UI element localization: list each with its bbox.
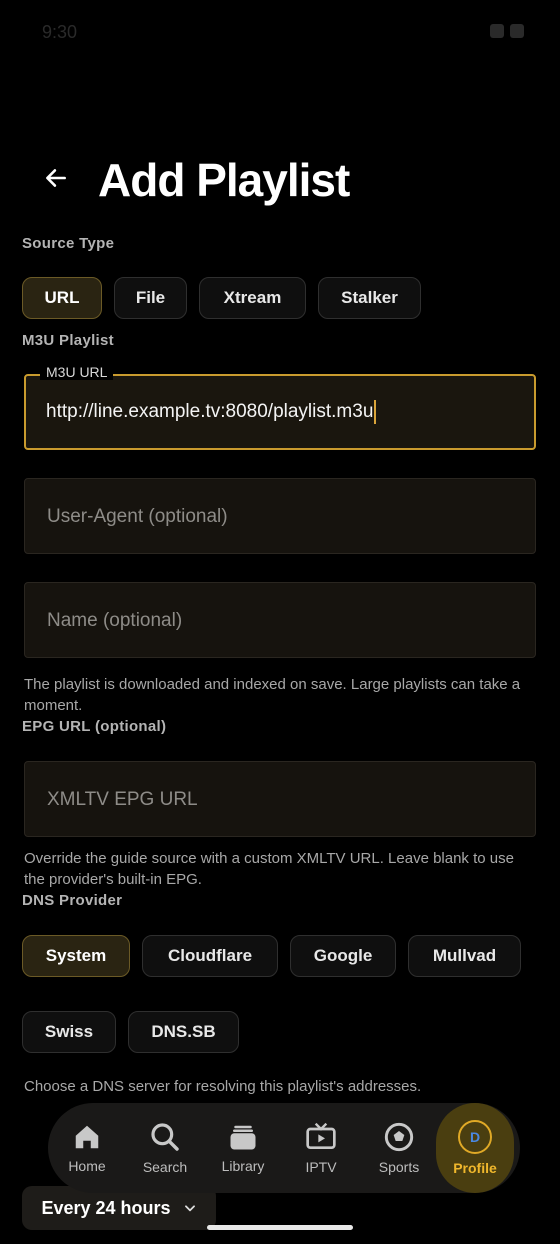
nav-sports-label: Sports bbox=[378, 1159, 420, 1175]
epg-help-text: Override the guide source with a custom … bbox=[24, 850, 514, 888]
search-icon bbox=[151, 1123, 179, 1151]
m3u-help-text: The playlist is downloaded and indexed o… bbox=[24, 676, 521, 714]
name-placeholder: Name (optional) bbox=[47, 610, 183, 631]
chip-file[interactable]: File bbox=[114, 277, 187, 319]
refresh-frequency-value: Every 24 hours bbox=[41, 1197, 171, 1218]
back-button[interactable] bbox=[38, 160, 74, 196]
nav-profile-label: Profile bbox=[453, 1160, 497, 1176]
chip-mullvad[interactable]: Mullvad bbox=[408, 935, 521, 977]
nav-sports[interactable]: Sports bbox=[360, 1103, 438, 1193]
text-caret bbox=[374, 399, 377, 424]
nav-iptv-label: IPTV bbox=[305, 1159, 337, 1175]
chevron-down-icon bbox=[184, 1205, 195, 1212]
nav-library-label: Library bbox=[221, 1158, 265, 1174]
nav-search-label: Search bbox=[142, 1159, 188, 1175]
epg-label: EPG URL (optional) bbox=[22, 718, 167, 735]
sports-icon bbox=[384, 1122, 414, 1152]
nav-home[interactable]: Home bbox=[48, 1103, 126, 1193]
m3u-url-value: http://line.example.tv:8080/playlist.m3u bbox=[46, 376, 377, 448]
nav-iptv[interactable]: IPTV bbox=[282, 1103, 360, 1193]
bottom-nav: Home Search Library IPTV Sports D Profil… bbox=[48, 1103, 520, 1193]
home-icon bbox=[75, 1125, 99, 1149]
wifi-icon bbox=[490, 24, 504, 38]
status-icons bbox=[490, 24, 524, 38]
chip-url[interactable]: URL bbox=[22, 277, 102, 319]
avatar: D bbox=[458, 1120, 492, 1154]
chip-stalker[interactable]: Stalker bbox=[318, 277, 421, 319]
chip-dns-sb[interactable]: DNS.SB bbox=[128, 1011, 239, 1053]
battery-icon bbox=[510, 24, 524, 38]
m3u-url-field[interactable]: M3U URL http://line.example.tv:8080/play… bbox=[24, 364, 536, 450]
chip-system[interactable]: System bbox=[22, 935, 130, 977]
chip-cloudflare[interactable]: Cloudflare bbox=[142, 935, 278, 977]
library-icon bbox=[230, 1125, 256, 1150]
user-agent-placeholder: User-Agent (optional) bbox=[47, 506, 228, 527]
m3u-playlist-label: M3U Playlist bbox=[22, 332, 114, 349]
home-indicator[interactable] bbox=[207, 1225, 353, 1230]
page-title: Add Playlist bbox=[98, 154, 350, 206]
nav-search[interactable]: Search bbox=[126, 1103, 204, 1193]
name-field[interactable]: Name (optional) bbox=[24, 582, 536, 658]
dns-provider-label: DNS Provider bbox=[22, 892, 123, 909]
arrow-left-icon bbox=[46, 169, 66, 187]
chip-xtream[interactable]: Xtream bbox=[199, 277, 306, 319]
epg-url-field[interactable]: XMLTV EPG URL bbox=[24, 761, 536, 837]
nav-library[interactable]: Library bbox=[204, 1103, 282, 1193]
tv-icon bbox=[306, 1122, 336, 1149]
status-time: 9:30 bbox=[42, 22, 78, 42]
nav-profile[interactable]: D Profile bbox=[436, 1103, 514, 1193]
chip-swiss[interactable]: Swiss bbox=[22, 1011, 116, 1053]
nav-home-label: Home bbox=[68, 1158, 106, 1174]
chip-google[interactable]: Google bbox=[290, 935, 396, 977]
epg-url-placeholder: XMLTV EPG URL bbox=[47, 789, 198, 810]
source-type-label: Source Type bbox=[22, 235, 115, 252]
dns-help-text: Choose a DNS server for resolving this p… bbox=[24, 1078, 422, 1095]
user-agent-field[interactable]: User-Agent (optional) bbox=[24, 478, 536, 554]
